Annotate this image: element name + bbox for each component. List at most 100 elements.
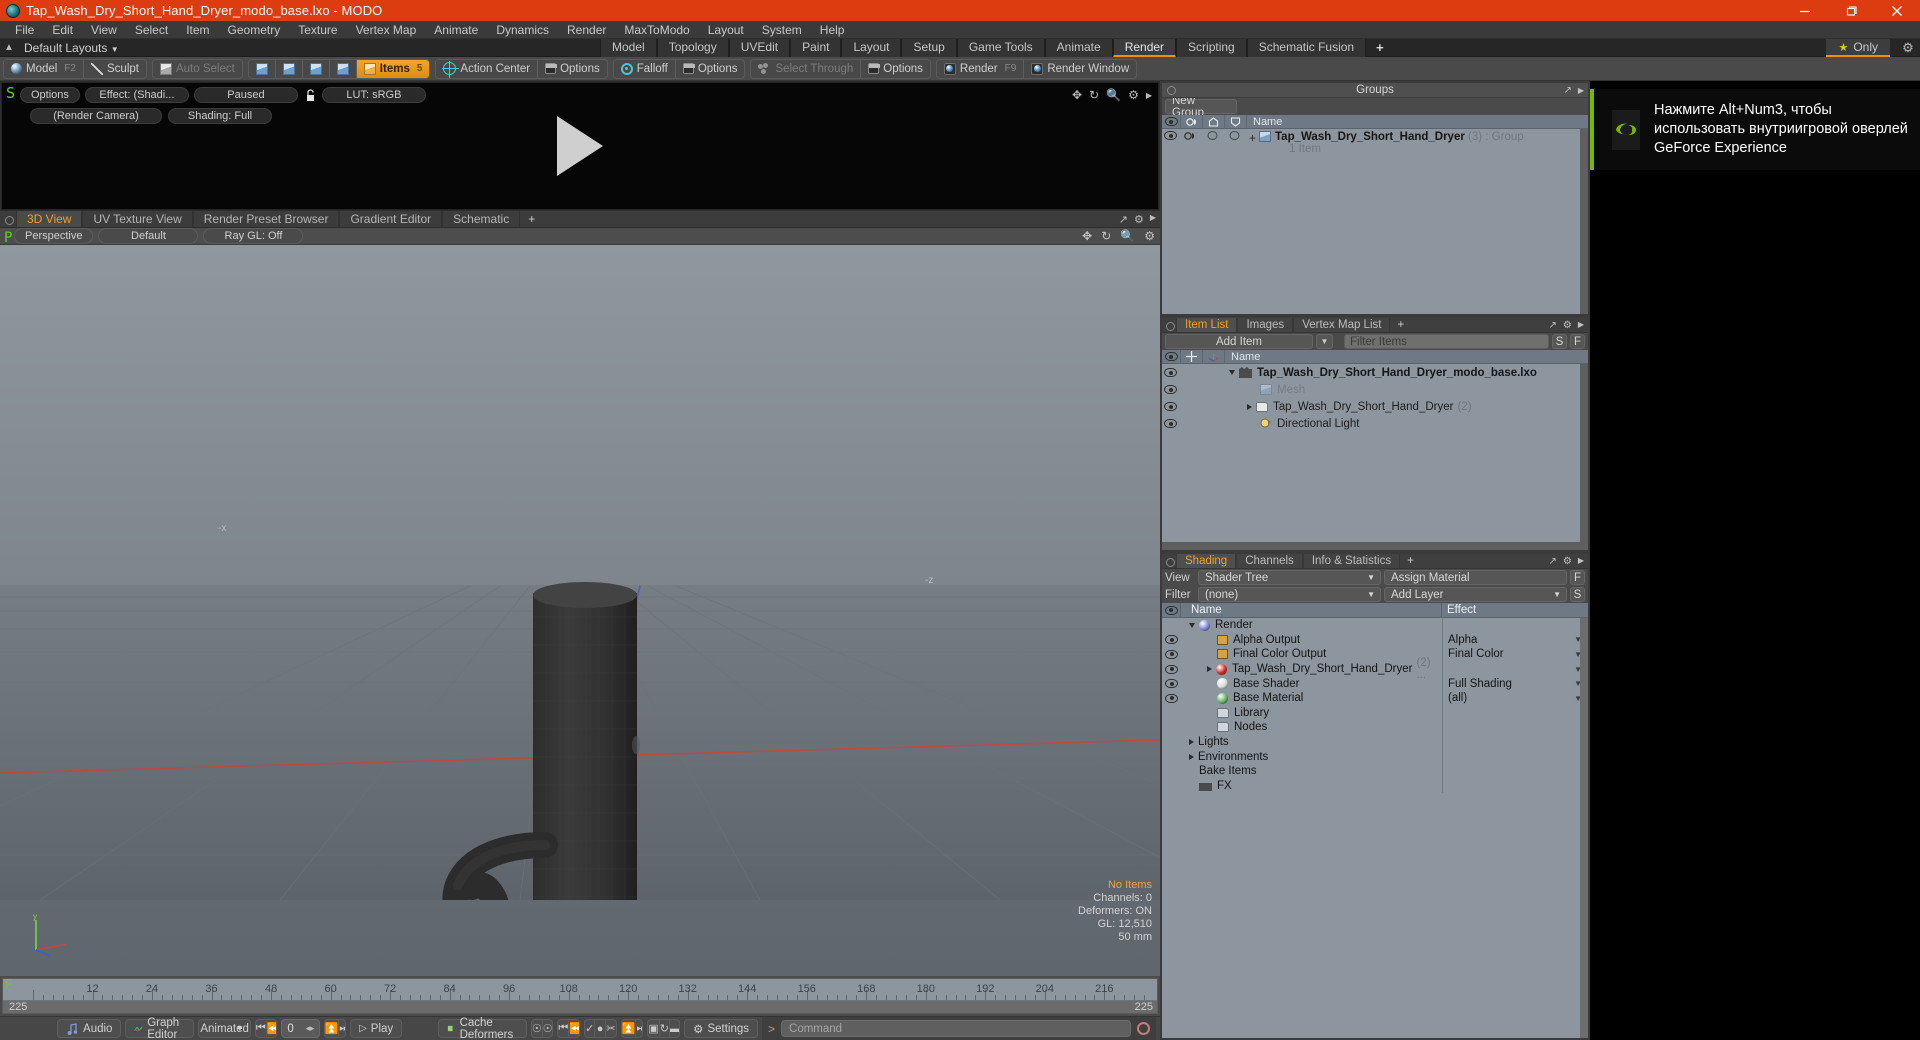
tab-info-statistics[interactable]: Info & Statistics bbox=[1302, 554, 1401, 568]
row-visibility-toggle[interactable] bbox=[1162, 131, 1179, 140]
rotate-icon[interactable]: ↻ bbox=[1089, 88, 1099, 102]
shader-tree-row[interactable]: Nodes bbox=[1162, 720, 1588, 735]
prev-key-icon[interactable]: ⏮ bbox=[558, 1020, 570, 1037]
axis-gizmo[interactable]: y bbox=[28, 912, 74, 958]
collapse-icon[interactable] bbox=[1229, 370, 1235, 375]
add-shading-tab-button[interactable]: + bbox=[1400, 554, 1421, 568]
add-item-list-tab-button[interactable]: + bbox=[1390, 318, 1411, 332]
viewport-settings-gear-icon[interactable]: ⚙ bbox=[1144, 229, 1155, 243]
shader-row-effect[interactable] bbox=[1442, 778, 1588, 794]
layout-tab-render[interactable]: Render bbox=[1112, 39, 1177, 57]
layout-tab-schematic-fusion[interactable]: Schematic Fusion bbox=[1246, 39, 1367, 57]
shading-s-button[interactable]: S bbox=[1570, 587, 1585, 602]
row-visibility-toggle[interactable] bbox=[1162, 693, 1181, 703]
layout-tab-animate[interactable]: Animate bbox=[1044, 39, 1113, 57]
expand-icon[interactable] bbox=[1247, 403, 1252, 410]
preview-more-icon[interactable]: ▶ bbox=[1146, 91, 1152, 100]
command-input[interactable]: Command bbox=[781, 1020, 1132, 1037]
items-mode-button[interactable]: Items 5 bbox=[356, 59, 430, 78]
preview-shading-button[interactable]: Shading: Full bbox=[168, 108, 272, 124]
shader-tree-row[interactable]: Environments bbox=[1162, 749, 1588, 764]
viewport-tab-uv-texture-view[interactable]: UV Texture View bbox=[82, 211, 193, 227]
viewport-more-icon[interactable]: ▶ bbox=[1150, 213, 1156, 226]
falloff-button[interactable]: Falloff bbox=[613, 59, 675, 78]
falloff-options-button[interactable]: Options bbox=[675, 59, 745, 78]
only-toggle[interactable]: ★ Only bbox=[1826, 39, 1890, 57]
preview-paused-button[interactable]: Paused bbox=[193, 87, 298, 103]
filter-select[interactable]: (none) ▼ bbox=[1198, 587, 1381, 602]
settings-button[interactable]: ⚙ Settings bbox=[684, 1019, 758, 1038]
menu-item-layout[interactable]: Layout bbox=[699, 21, 753, 39]
add-item-dropdown[interactable]: ▼ bbox=[1316, 334, 1333, 349]
lock-icon[interactable] bbox=[303, 88, 317, 102]
viewport-raygl-button[interactable]: Ray GL: Off bbox=[203, 228, 304, 244]
group-row[interactable]: + Tap_Wash_Dry_Short_Hand_Dryer (3) : Gr… bbox=[1162, 129, 1588, 155]
view-select[interactable]: Shader Tree ▼ bbox=[1198, 570, 1381, 585]
row-visibility-toggle[interactable] bbox=[1162, 419, 1179, 428]
next-key-icon[interactable]: ⏫ bbox=[622, 1020, 637, 1037]
key-reset-icon[interactable]: ↻ bbox=[660, 1020, 670, 1037]
preview-camera-button[interactable]: (Render Camera) bbox=[30, 108, 162, 124]
shader-tree-row[interactable]: Bake Items bbox=[1162, 763, 1588, 779]
row-lock-toggle[interactable] bbox=[1201, 131, 1223, 140]
menu-item-maxtomodo[interactable]: MaxToModo bbox=[615, 21, 698, 39]
shader-tree-row[interactable]: Tap_Wash_Dry_Short_Hand_Dryer (2) ... ▼ bbox=[1162, 657, 1588, 681]
tab-shading[interactable]: Shading bbox=[1176, 554, 1237, 568]
menu-item-dynamics[interactable]: Dynamics bbox=[487, 21, 558, 39]
render-window-button[interactable]: Render Window bbox=[1024, 59, 1137, 78]
tab-images[interactable]: Images bbox=[1237, 318, 1294, 332]
row-visibility-toggle[interactable] bbox=[1162, 679, 1181, 689]
tab-vertex-map-list[interactable]: Vertex Map List bbox=[1293, 318, 1391, 332]
rotate-icon[interactable]: ↻ bbox=[1101, 229, 1111, 243]
gear-icon[interactable]: ⚙ bbox=[1900, 40, 1916, 56]
model-mode-button[interactable]: Model F2 bbox=[4, 59, 83, 78]
pan-icon[interactable]: ✥ bbox=[1082, 229, 1092, 243]
step-forward-button[interactable]: ⏫ bbox=[325, 1020, 340, 1037]
row-visibility-toggle[interactable] bbox=[1162, 385, 1179, 394]
shader-tree-row[interactable]: Alpha Output Alpha ▼ bbox=[1162, 632, 1588, 648]
layout-tab-scripting[interactable]: Scripting bbox=[1176, 39, 1247, 57]
shader-tree-row[interactable]: Base Shader Full Shading ▼ bbox=[1162, 676, 1588, 691]
last-key-icon[interactable]: ⏭ bbox=[636, 1020, 642, 1037]
auto-select-button[interactable]: Auto Select bbox=[152, 59, 242, 78]
preview-effect-button[interactable]: Effect: (Shadi... bbox=[84, 87, 189, 103]
menu-item-edit[interactable]: Edit bbox=[43, 21, 82, 39]
shader-row-effect[interactable]: Full Shading ▼ bbox=[1442, 676, 1588, 691]
animation-mode-select[interactable]: Animated ▼ bbox=[198, 1019, 251, 1038]
groups-scrollbar-vertical[interactable] bbox=[1580, 129, 1588, 314]
timeline-ruler[interactable]: 12 24 36 48 60 72 84 96 108 120 132 144 156 168 180 192… bbox=[3, 979, 1157, 1001]
row-shade-toggle[interactable] bbox=[1179, 131, 1201, 141]
select-through-options-button[interactable]: Options bbox=[861, 59, 930, 78]
row-visibility-toggle[interactable] bbox=[1162, 664, 1181, 674]
zoom-icon[interactable]: 🔍 bbox=[1106, 88, 1121, 102]
timeline-panel[interactable]: F 12 24 36 48 60 72 84 96 108 120 132 144 156 168 180 1… bbox=[0, 976, 1160, 1016]
add-item-button[interactable]: Add Item bbox=[1165, 334, 1313, 349]
add-viewport-tab-button[interactable]: + bbox=[520, 211, 543, 227]
shader-row-effect[interactable] bbox=[1442, 734, 1588, 750]
shader-row-effect[interactable] bbox=[1442, 763, 1588, 779]
item-list-gear-icon[interactable]: ⚙ bbox=[1563, 320, 1572, 331]
menu-item-texture[interactable]: Texture bbox=[289, 21, 346, 39]
more-icon[interactable]: ▶ bbox=[1578, 320, 1584, 331]
shader-row-effect[interactable]: (all) ▼ bbox=[1442, 690, 1588, 706]
create-key-icon[interactable]: ✓ bbox=[585, 1020, 596, 1037]
shader-row-effect[interactable]: Final Color ▼ bbox=[1442, 647, 1588, 662]
key-dot-icon[interactable]: ● bbox=[595, 1020, 606, 1037]
item-list-row[interactable]: Tap_Wash_Dry_Short_Hand_Dryer (2) bbox=[1162, 398, 1588, 415]
menu-item-select[interactable]: Select bbox=[126, 21, 177, 39]
expand-icon[interactable]: ↗ bbox=[1563, 85, 1571, 96]
viewport-tab-render-preset-browser[interactable]: Render Preset Browser bbox=[192, 211, 340, 227]
add-layer-select[interactable]: Add Layer ▼ bbox=[1384, 587, 1567, 602]
maximize-button[interactable] bbox=[1828, 0, 1874, 21]
row-select-toggle[interactable] bbox=[1223, 131, 1245, 140]
shader-row-effect[interactable]: Alpha ▼ bbox=[1442, 632, 1588, 648]
current-frame-input[interactable]: 0 ◂▸ bbox=[281, 1019, 320, 1038]
shading-gear-icon[interactable]: ⚙ bbox=[1563, 556, 1572, 567]
close-button[interactable] bbox=[1874, 0, 1920, 21]
vertex-mode-button[interactable] bbox=[248, 59, 275, 78]
shader-tree-row[interactable]: FX bbox=[1162, 778, 1588, 794]
go-to-end-button[interactable]: ⏭ bbox=[339, 1020, 345, 1037]
graph-editor-button[interactable]: Graph Editor bbox=[125, 1017, 195, 1040]
viewport-tab-3d-view[interactable]: 3D View bbox=[16, 211, 83, 227]
collapse-icon[interactable] bbox=[1189, 622, 1195, 628]
